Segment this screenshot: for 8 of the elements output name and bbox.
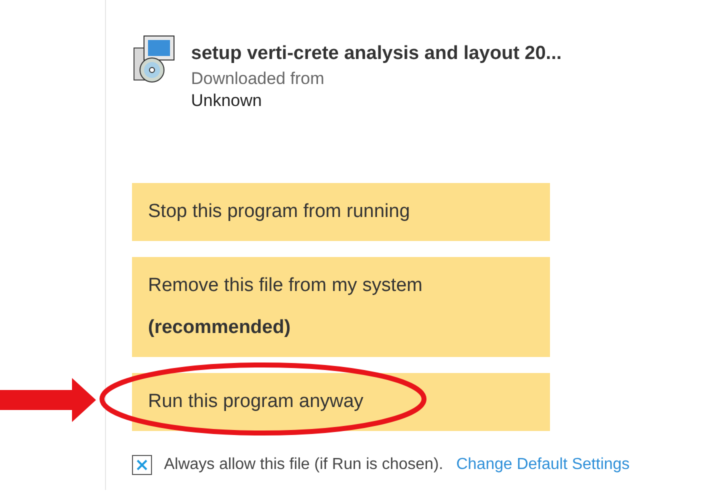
- source-value: Unknown: [191, 91, 263, 111]
- option-button[interactable]: Run this program anyway: [132, 373, 550, 431]
- file-name: setup verti-crete analysis and layout 20...: [191, 43, 562, 65]
- option-button[interactable]: Remove this file from my system (recommended): [132, 257, 550, 357]
- checkbox-label: Always allow this file (if Run is chosen).: [164, 456, 444, 474]
- checkbox[interactable]: [132, 455, 152, 475]
- source-label: Downloaded from: [191, 69, 326, 89]
- option-button[interactable]: Stop this program from running: [132, 183, 550, 241]
